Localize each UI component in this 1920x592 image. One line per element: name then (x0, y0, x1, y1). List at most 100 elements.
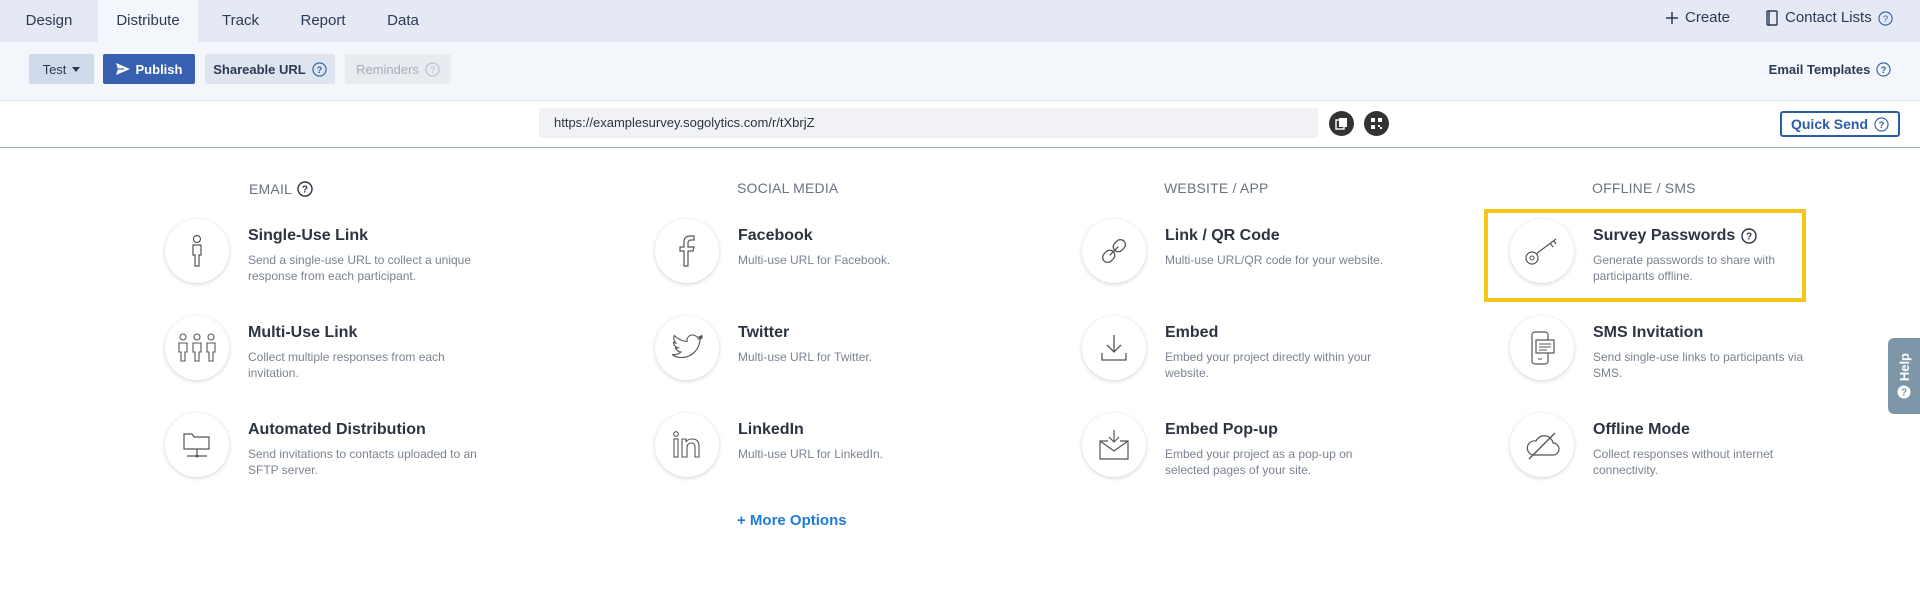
email-templates-button[interactable]: Email Templates ? (1765, 54, 1895, 84)
contact-lists-button[interactable]: Contact Lists ? (1765, 0, 1893, 36)
website-app-heading: WEBSITE / APP (1164, 180, 1269, 196)
tab-track[interactable]: Track (198, 0, 283, 42)
survey-url-bar: https://examplesurvey.sogolytics.com/r/t… (0, 101, 1920, 148)
option-description: Multi-use URL for Facebook. (738, 253, 891, 267)
plus-icon (1665, 11, 1679, 25)
person-icon (165, 219, 229, 283)
folder-network-icon (165, 413, 229, 477)
svg-text:?: ? (1881, 64, 1887, 74)
sms-invitation-option[interactable]: SMS Invitation Send single-use links to … (1510, 316, 1850, 386)
option-title: Offline Mode (1593, 421, 1690, 438)
option-description: Embed your project directly within your … (1165, 350, 1372, 380)
copy-icon (1335, 117, 1348, 130)
option-description: Embed your project as a pop-up on select… (1165, 447, 1353, 477)
option-title: Automated Distribution (248, 421, 426, 438)
contact-lists-label: Contact Lists (1785, 9, 1872, 26)
twitter-option[interactable]: Twitter Multi-use URL for Twitter. (655, 316, 995, 386)
qr-code-icon (1370, 117, 1383, 130)
link-qr-code-option[interactable]: Link / QR Code Multi-use URL/QR code for… (1082, 219, 1422, 289)
option-title: Embed Pop-up (1165, 421, 1278, 438)
qr-code-button[interactable] (1364, 111, 1389, 136)
help-tab-label: Help (1896, 352, 1912, 382)
option-title: LinkedIn (738, 421, 804, 438)
publish-label: Publish (135, 61, 183, 77)
option-title: Single-Use Link (248, 227, 369, 244)
option-description: Multi-use URL/QR code for your website. (1165, 253, 1384, 267)
help-side-tab[interactable]: Help ? (1888, 338, 1920, 414)
help-circle-icon: ? (1876, 61, 1891, 77)
linkedin-option[interactable]: LinkedIn Multi-use URL for LinkedIn. (655, 413, 995, 483)
help-circle-icon: ? (425, 61, 440, 77)
facebook-option[interactable]: Facebook Multi-use URL for Facebook. (655, 219, 995, 289)
help-circle-icon: ? (1874, 116, 1889, 132)
copy-url-button[interactable] (1329, 111, 1354, 136)
svg-text:?: ? (1879, 119, 1885, 129)
cloud-off-icon (1510, 413, 1574, 477)
option-title: Facebook (738, 227, 813, 244)
survey-url-field[interactable]: https://examplesurvey.sogolytics.com/r/t… (539, 108, 1318, 138)
help-circle-icon[interactable]: ? (1878, 10, 1893, 26)
link-icon (1082, 219, 1146, 283)
option-description: Multi-use URL for Twitter. (738, 350, 873, 364)
option-title: Multi-Use Link (248, 324, 358, 341)
group-icon (165, 316, 229, 380)
option-title: SMS Invitation (1593, 324, 1704, 341)
question-icon: ? (1897, 385, 1911, 399)
twitter-icon (655, 316, 719, 380)
publish-button[interactable]: Publish (103, 54, 195, 84)
embed-popup-option[interactable]: Embed Pop-up Embed your project as a pop… (1082, 413, 1422, 483)
create-button[interactable]: Create (1665, 0, 1730, 36)
option-description: Send single-use links to participants vi… (1593, 350, 1804, 380)
option-title: Link / QR Code (1165, 227, 1280, 244)
option-description: Collect multiple responses from each inv… (248, 350, 445, 380)
email-heading-label: EMAIL (249, 181, 293, 197)
option-description: Send a single-use URL to collect a uniqu… (248, 253, 472, 283)
reminders-button[interactable]: Reminders ? (345, 54, 451, 84)
social-media-heading: SOCIAL MEDIA (737, 180, 839, 196)
test-label: Test (42, 61, 67, 77)
shareable-url-label: Shareable URL (213, 61, 306, 77)
reminders-label: Reminders (356, 61, 419, 77)
tab-design[interactable]: Design (0, 0, 98, 42)
shareable-url-button[interactable]: Shareable URL ? (205, 54, 335, 84)
top-navigation: Design Distribute Track Report Data Crea… (0, 0, 1920, 42)
svg-text:?: ? (430, 64, 435, 74)
single-use-link-option[interactable]: Single-Use Link Send a single-use URL to… (165, 219, 505, 289)
tab-report[interactable]: Report (283, 0, 363, 42)
facebook-icon (655, 219, 719, 283)
offline-mode-option[interactable]: Offline Mode Collect responses without i… (1510, 413, 1850, 483)
option-description: Collect responses without internet conne… (1593, 447, 1774, 477)
svg-text:?: ? (1883, 13, 1888, 23)
linkedin-icon (655, 413, 719, 477)
option-description: Multi-use URL for LinkedIn. (738, 447, 883, 461)
phone-sms-icon (1510, 316, 1574, 380)
svg-text:?: ? (1901, 388, 1907, 399)
test-dropdown[interactable]: Test (29, 54, 94, 84)
offline-sms-heading: OFFLINE / SMS (1592, 180, 1696, 196)
automated-distribution-option[interactable]: Automated Distribution Send invitations … (165, 413, 505, 483)
quick-send-button[interactable]: Quick Send ? (1780, 111, 1900, 137)
option-description: Send invitations to contacts uploaded to… (248, 447, 477, 477)
email-heading: EMAIL ? (249, 181, 313, 197)
highlight-box (1484, 209, 1806, 302)
svg-text:?: ? (302, 185, 308, 196)
caret-down-icon (72, 66, 81, 72)
more-options-link[interactable]: + More Options (737, 512, 847, 529)
help-circle-icon[interactable]: ? (297, 181, 313, 197)
option-title: Embed (1165, 324, 1219, 341)
embed-option[interactable]: Embed Embed your project directly within… (1082, 316, 1422, 386)
download-icon (1082, 316, 1146, 380)
option-title: Twitter (738, 324, 790, 341)
envelope-download-icon (1082, 413, 1146, 477)
help-circle-icon: ? (312, 61, 327, 77)
create-label: Create (1685, 9, 1731, 26)
address-book-icon (1765, 10, 1779, 26)
email-templates-label: Email Templates (1768, 61, 1871, 77)
svg-text:?: ? (316, 64, 322, 74)
toolbar: Test Publish Shareable URL ? Reminders ?… (0, 42, 1920, 101)
tab-data[interactable]: Data (363, 0, 443, 42)
send-icon (115, 63, 130, 75)
tab-distribute[interactable]: Distribute (98, 0, 198, 42)
quick-send-label: Quick Send (1790, 116, 1869, 132)
multi-use-link-option[interactable]: Multi-Use Link Collect multiple response… (165, 316, 505, 386)
